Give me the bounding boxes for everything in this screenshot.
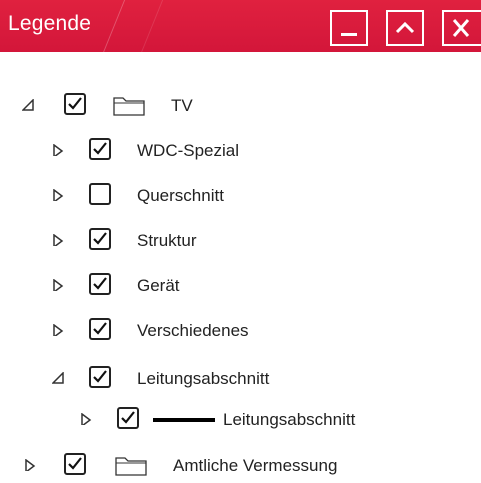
tree-node-label: TV bbox=[171, 96, 193, 115]
checkmark-icon bbox=[68, 457, 82, 470]
tree-node-label: Leitungsabschnitt bbox=[223, 410, 356, 429]
triangle-collapsed-icon[interactable] bbox=[24, 459, 36, 471]
folder-icon bbox=[115, 457, 147, 476]
maximize-button[interactable] bbox=[386, 10, 424, 46]
title-bar[interactable]: Legende bbox=[0, 0, 481, 52]
tree-node-struktur[interactable]: Struktur bbox=[0, 225, 481, 255]
layer-checkbox[interactable] bbox=[89, 318, 111, 340]
checkmark-icon bbox=[93, 322, 107, 335]
layer-checkbox[interactable] bbox=[89, 183, 111, 205]
line-symbol-icon bbox=[153, 418, 215, 422]
tree-node-querschnitt[interactable]: Querschnitt bbox=[0, 180, 481, 210]
triangle-collapsed-icon[interactable] bbox=[52, 324, 64, 336]
tree-node-geraet[interactable]: Gerät bbox=[0, 270, 481, 300]
checkmark-icon bbox=[93, 277, 107, 290]
checkmark-icon bbox=[93, 142, 107, 155]
tree-node-label: Amtliche Vermessung bbox=[173, 456, 338, 475]
triangle-collapsed-icon[interactable] bbox=[52, 279, 64, 291]
checkmark-icon bbox=[68, 97, 82, 110]
triangle-expanded-icon[interactable] bbox=[22, 99, 34, 111]
triangle-collapsed-icon[interactable] bbox=[52, 144, 64, 156]
title-bar-decoration bbox=[95, 0, 130, 52]
checkmark-icon bbox=[121, 411, 135, 424]
minimize-icon bbox=[341, 33, 357, 36]
tree-node-label: WDC-Spezial bbox=[137, 141, 240, 160]
layer-checkbox[interactable] bbox=[89, 366, 111, 388]
layer-checkbox[interactable] bbox=[89, 138, 111, 160]
triangle-collapsed-icon[interactable] bbox=[80, 413, 92, 425]
folder-icon bbox=[113, 97, 145, 116]
tree-node-leitungsabschnitt-group[interactable]: Leitungsabschnitt bbox=[0, 363, 481, 393]
layer-checkbox[interactable] bbox=[89, 228, 111, 250]
tree-node-leitungsabschnitt-symbol[interactable]: Leitungsabschnitt bbox=[0, 404, 481, 434]
window-title: Legende bbox=[8, 12, 92, 35]
layer-checkbox[interactable] bbox=[117, 407, 139, 429]
tree-node-verschiedenes[interactable]: Verschiedenes bbox=[0, 315, 481, 345]
minimize-button[interactable] bbox=[330, 10, 368, 46]
triangle-expanded-icon[interactable] bbox=[52, 372, 64, 384]
tree-node-label: Verschiedenes bbox=[137, 321, 249, 340]
tree-node-tv[interactable]: TV bbox=[0, 90, 481, 120]
tree-node-label: Leitungsabschnitt bbox=[137, 369, 270, 388]
tree-node-label: Struktur bbox=[137, 231, 197, 250]
triangle-collapsed-icon[interactable] bbox=[52, 234, 64, 246]
layer-checkbox[interactable] bbox=[64, 453, 86, 475]
chevron-up-icon bbox=[395, 21, 415, 34]
tree-node-label: Querschnitt bbox=[137, 186, 224, 205]
legend-tree: TV WDC-Spezial Querschnitt Struktur Gerä… bbox=[0, 52, 481, 483]
tree-node-label: Gerät bbox=[137, 276, 180, 295]
tree-node-wdc-spezial[interactable]: WDC-Spezial bbox=[0, 135, 481, 165]
checkmark-icon bbox=[93, 370, 107, 383]
legend-window: Legende TV WDC-Spezial Querschnitt Struk… bbox=[0, 0, 481, 483]
layer-checkbox[interactable] bbox=[89, 273, 111, 295]
tree-node-amtliche-vermessung[interactable]: Amtliche Vermessung bbox=[0, 450, 481, 480]
title-bar-decoration bbox=[133, 0, 168, 52]
close-icon bbox=[452, 19, 470, 37]
layer-checkbox[interactable] bbox=[64, 93, 86, 115]
close-button[interactable] bbox=[442, 10, 481, 46]
checkmark-icon bbox=[93, 232, 107, 245]
triangle-collapsed-icon[interactable] bbox=[52, 189, 64, 201]
